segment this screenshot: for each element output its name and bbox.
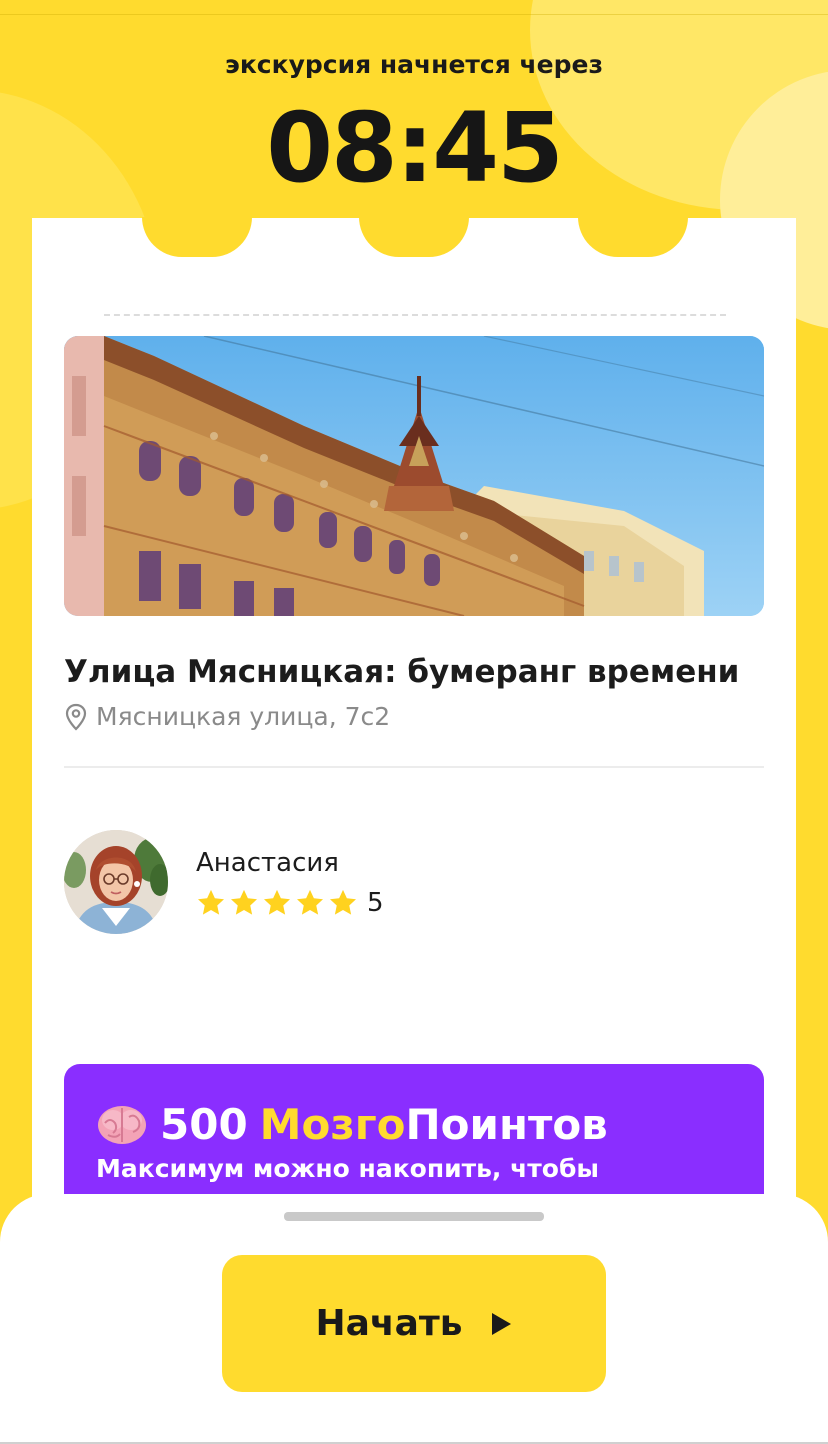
promo-heading: 500 Мозго Поинтов <box>96 1100 608 1149</box>
promo-amount: 500 <box>160 1100 248 1149</box>
ticket-perforation <box>104 314 726 316</box>
tour-ticket-card: Улица Мясницкая: бумеранг времени Мясниц… <box>32 217 796 1264</box>
app-screen: экскурсия начнется через 08:45 Улица Мяс… <box>0 0 828 1444</box>
play-icon <box>491 1312 511 1335</box>
star-icon <box>231 889 257 915</box>
section-divider <box>64 766 764 768</box>
top-divider <box>0 14 828 15</box>
promo-subtitle: Максимум можно накопить, чтобы <box>96 1154 600 1183</box>
tour-photo-illustration <box>64 336 764 616</box>
rating-value: 5 <box>367 888 384 918</box>
tour-photo <box>64 336 764 616</box>
address-text: Мясницкая улица, 7с2 <box>96 702 391 731</box>
guide-avatar[interactable] <box>64 830 168 934</box>
promo-points-word: Поинтов <box>405 1100 608 1149</box>
start-button-label: Начать <box>315 1303 463 1344</box>
guide-avatar-image <box>64 830 168 934</box>
ticket-notch <box>359 217 469 257</box>
star-icon <box>264 889 290 915</box>
bottom-action-sheet: Начать <box>0 1194 828 1444</box>
promo-brand: Мозго <box>259 1100 406 1149</box>
tour-title: Улица Мясницкая: бумеранг времени <box>64 654 740 690</box>
guide-name: Анастасия <box>196 848 339 878</box>
location-pin-icon <box>65 703 87 731</box>
start-button[interactable]: Начать <box>222 1255 606 1392</box>
sheet-grabber-handle[interactable] <box>284 1212 544 1221</box>
ticket-notch <box>142 217 252 257</box>
countdown-label: экскурсия начнется через <box>225 50 603 79</box>
star-icon <box>330 889 356 915</box>
countdown-timer: 08:45 <box>266 92 564 204</box>
guide-rating: 5 <box>196 888 384 918</box>
ticket-notch <box>578 217 688 257</box>
brain-emoji-icon <box>98 1105 146 1144</box>
star-icon <box>198 889 224 915</box>
tour-address: Мясницкая улица, 7с2 <box>64 702 390 731</box>
star-icon <box>297 889 323 915</box>
